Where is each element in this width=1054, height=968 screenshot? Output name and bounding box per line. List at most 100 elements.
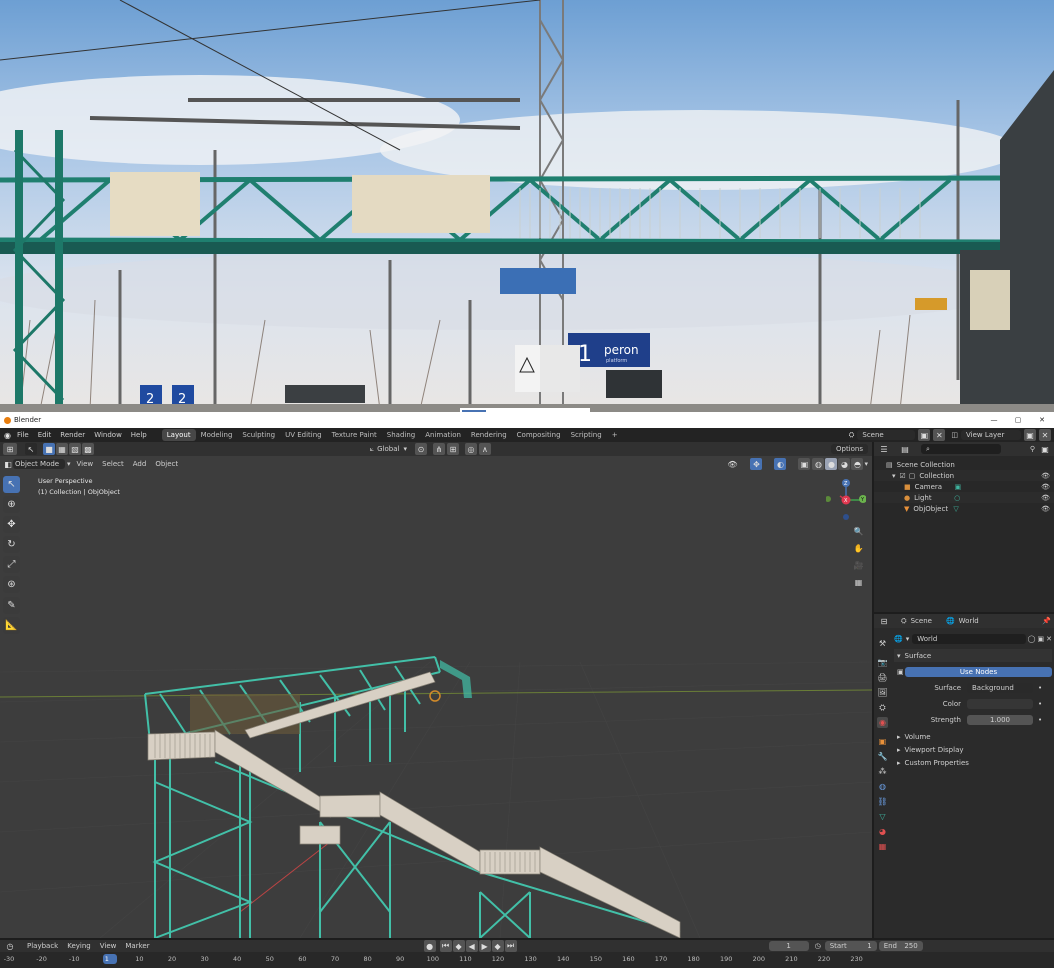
falloff-icon[interactable]: ∧ bbox=[478, 443, 491, 455]
viewport-display-panel[interactable]: ▸ Viewport Display bbox=[894, 743, 1052, 756]
world-unlink-icon[interactable]: ✕ bbox=[1046, 635, 1052, 643]
fake-user-icon[interactable]: ◯ bbox=[1028, 635, 1036, 643]
collection-expand-icon[interactable]: ▾ bbox=[892, 472, 896, 480]
close-window-button[interactable]: ✕ bbox=[1030, 416, 1054, 424]
collection-checkbox[interactable]: ☑ bbox=[900, 472, 906, 480]
tab-rendering[interactable]: Rendering bbox=[466, 429, 512, 441]
snap-target-icon[interactable]: ⊞ bbox=[446, 443, 459, 455]
tab-sculpting[interactable]: Sculpting bbox=[237, 429, 280, 441]
render-tab-icon[interactable]: 📷 bbox=[877, 657, 888, 668]
tool-annotate[interactable]: ✎ bbox=[3, 597, 20, 614]
view-layer-browse-icon[interactable]: ▣ bbox=[1024, 429, 1036, 441]
jump-next-key-icon[interactable]: ◆ bbox=[491, 940, 504, 952]
wireframe-shading-icon[interactable]: ◍ bbox=[812, 458, 825, 470]
outliner-item-camera[interactable]: ■ Camera ▣ 👁 bbox=[874, 481, 1054, 492]
tool-move[interactable]: ✥ bbox=[3, 516, 20, 533]
surface-shader-field[interactable]: Background bbox=[967, 682, 1033, 693]
menu-select[interactable]: Select bbox=[102, 460, 124, 468]
menu-window[interactable]: Window bbox=[94, 431, 122, 439]
rendered-shading-icon[interactable]: ◓ bbox=[851, 458, 864, 470]
tool-transform[interactable]: ⊛ bbox=[3, 576, 20, 593]
tool-select-box[interactable]: ↖ bbox=[3, 476, 20, 493]
camera-visibility-icon[interactable]: 👁 bbox=[1041, 483, 1050, 491]
select-mode-extend-icon[interactable]: ▦ bbox=[56, 443, 68, 455]
physics-tab-icon[interactable]: ◍ bbox=[877, 781, 888, 792]
overlay-toggle-icon[interactable]: ◐ bbox=[774, 458, 787, 470]
play-icon[interactable]: ▶ bbox=[478, 940, 491, 952]
outliner-display-mode-icon[interactable]: ▤ bbox=[899, 443, 911, 455]
output-tab-icon[interactable]: 🖨 bbox=[877, 672, 888, 683]
viewport-display-expand-icon[interactable]: ▸ bbox=[897, 746, 901, 754]
blender-menu-icon[interactable]: ◉ bbox=[4, 431, 11, 440]
collection-row[interactable]: ▾ ☑ ▢ Collection 👁 bbox=[874, 470, 1054, 481]
orientation-selector[interactable]: Global bbox=[377, 445, 399, 453]
tab-uv-editing[interactable]: UV Editing bbox=[280, 429, 327, 441]
color-link-icon[interactable]: • bbox=[1038, 700, 1042, 708]
viewport-3d[interactable]: ⊞ ↖ ■ ▦ ▧ ▩ ⟀ Global ▾ ⊙ ⋔ ⊞ ◎ ∧ Options… bbox=[0, 442, 872, 938]
jump-start-icon[interactable]: ⏮ bbox=[439, 940, 452, 952]
menu-timeline-view[interactable]: View bbox=[100, 942, 117, 950]
scene-browse-icon[interactable]: ▣ bbox=[918, 429, 931, 441]
select-tool-icon[interactable]: ↖ bbox=[25, 443, 37, 455]
options-button[interactable]: Options bbox=[830, 444, 868, 454]
menu-keying[interactable]: Keying bbox=[67, 942, 91, 950]
collection-visibility-icon[interactable]: 👁 bbox=[1041, 472, 1050, 480]
timeline-ruler[interactable]: -30 -20 -10 1 10 20 30 40 50 60 70 80 90 100 110 120 130… bbox=[0, 952, 1054, 968]
volume-expand-icon[interactable]: ▸ bbox=[897, 733, 901, 741]
menu-view[interactable]: View bbox=[77, 460, 94, 468]
outliner-filter-icon[interactable]: ⚲ bbox=[1030, 445, 1035, 453]
play-reverse-icon[interactable]: ◀ bbox=[465, 940, 478, 952]
solid-shading-icon[interactable]: ● bbox=[825, 458, 838, 470]
shading-dropdown-icon[interactable]: ▾ bbox=[864, 460, 868, 468]
start-frame-field[interactable]: Start 1 bbox=[824, 941, 877, 951]
xray-icon[interactable]: ▣ bbox=[798, 458, 811, 470]
jump-end-icon[interactable]: ⏭ bbox=[504, 940, 517, 952]
proportional-edit-icon[interactable]: ◎ bbox=[464, 443, 477, 455]
tool-scale[interactable]: ⤢ bbox=[3, 556, 20, 573]
object-mode-dropdown-icon[interactable]: ▾ bbox=[67, 460, 71, 468]
world-tab[interactable]: World bbox=[959, 617, 979, 625]
world-browse-icon[interactable]: ▾ bbox=[906, 635, 910, 643]
properties-editor-type-icon[interactable]: ⊟ bbox=[877, 615, 891, 627]
current-frame-field[interactable]: 1 bbox=[768, 941, 809, 951]
strength-link-icon[interactable]: • bbox=[1038, 716, 1042, 724]
scene-tab[interactable]: Scene bbox=[911, 617, 932, 625]
pan-hand-icon[interactable]: ✋ bbox=[853, 543, 864, 554]
visibility-icon[interactable]: 👁 bbox=[726, 458, 738, 470]
tab-texture-paint[interactable]: Texture Paint bbox=[327, 429, 382, 441]
minimize-button[interactable]: — bbox=[982, 416, 1006, 424]
world-tab-icon-side[interactable]: ◉ bbox=[877, 717, 888, 728]
gizmo-toggle-icon[interactable]: ✥ bbox=[750, 458, 763, 470]
world-name-field[interactable]: World bbox=[912, 634, 1026, 644]
perspective-toggle-icon[interactable]: ▦ bbox=[853, 577, 864, 588]
tab-shading[interactable]: Shading bbox=[382, 429, 420, 441]
preview-range-icon[interactable]: ◷ bbox=[815, 942, 821, 950]
strength-field[interactable]: 1.000 bbox=[967, 714, 1033, 725]
orientation-dropdown-icon[interactable]: ▾ bbox=[403, 445, 407, 453]
object-mode-selector[interactable]: Object Mode bbox=[13, 459, 65, 469]
menu-render[interactable]: Render bbox=[60, 431, 85, 439]
view-layer-tab-icon[interactable]: 🖼 bbox=[877, 687, 888, 698]
camera-view-icon[interactable]: 🎥 bbox=[853, 560, 864, 571]
outliner-item-objobject[interactable]: ▼ ObjObject ▽ 👁 bbox=[874, 503, 1054, 514]
tool-measure[interactable]: 📐 bbox=[3, 617, 20, 634]
pin-icon[interactable]: 📌 bbox=[1042, 617, 1051, 625]
timeline-editor-type-icon[interactable]: ◷ bbox=[3, 940, 17, 952]
object-tab-icon[interactable]: ▣ bbox=[877, 736, 888, 747]
texture-tab-icon[interactable]: ▦ bbox=[877, 841, 888, 852]
outliner-editor-type-icon[interactable]: ☰ bbox=[877, 443, 891, 455]
tab-scripting[interactable]: Scripting bbox=[566, 429, 607, 441]
tool-tab-icon[interactable]: ⚒ bbox=[877, 638, 888, 649]
view-layer-selector[interactable]: View Layer bbox=[961, 430, 1021, 440]
tab-animation[interactable]: Animation bbox=[420, 429, 466, 441]
maximize-button[interactable]: ▢ bbox=[1006, 416, 1030, 424]
tab-modeling[interactable]: Modeling bbox=[196, 429, 238, 441]
modifier-tab-icon[interactable]: 🔧 bbox=[877, 751, 888, 762]
outliner-item-light[interactable]: ● Light ○ 👁 bbox=[874, 492, 1054, 503]
menu-playback[interactable]: Playback bbox=[27, 942, 58, 950]
data-tab-icon[interactable]: ▽ bbox=[877, 811, 888, 822]
zoom-icon[interactable]: 🔍 bbox=[853, 526, 864, 537]
editor-type-icon[interactable]: ⊞ bbox=[3, 443, 17, 455]
particles-tab-icon[interactable]: ⁂ bbox=[877, 766, 888, 777]
menu-help[interactable]: Help bbox=[131, 431, 147, 439]
